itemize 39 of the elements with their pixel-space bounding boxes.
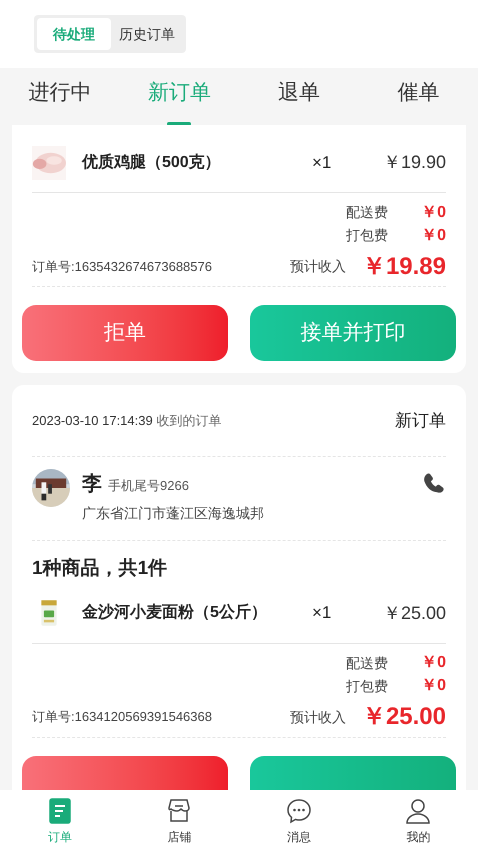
order-tab[interactable]: 退单: [278, 78, 320, 108]
customer-address: 广东省江门市蓬江区海逸城邦: [82, 504, 265, 523]
product-name: 优质鸡腿（500克）: [82, 152, 222, 172]
reject-button[interactable]: 拒单: [22, 305, 228, 361]
fee-label: 打包费: [346, 676, 389, 696]
product-quantity: ×1: [312, 602, 332, 624]
order-time: 2023-03-10 17:14:39 收到的订单: [32, 412, 222, 430]
order-tab[interactable]: 催单: [397, 78, 440, 108]
nav-item[interactable]: 店铺: [167, 828, 192, 846]
segment-tab[interactable]: 历史订单: [111, 18, 183, 50]
product-price: ￥25.00: [382, 602, 446, 624]
chat-bubble-icon[interactable]: [286, 798, 312, 824]
fee-label: 配送费: [346, 203, 389, 222]
order-tab[interactable]: 进行中: [28, 78, 92, 108]
document-icon[interactable]: [46, 798, 73, 824]
order-number: 订单号:1635432674673688576: [32, 258, 213, 276]
fee-value: ￥0: [420, 676, 446, 696]
person-icon[interactable]: [405, 798, 432, 824]
product-quantity: ×1: [312, 152, 332, 174]
customer-name: 李: [82, 472, 102, 497]
fee-value: ￥0: [420, 202, 446, 222]
nav-item[interactable]: 我的: [406, 828, 430, 846]
income-amount: ￥19.89: [362, 252, 446, 282]
order-status: 新订单: [395, 410, 446, 432]
product-name: 金沙河小麦面粉（5公斤）: [82, 602, 268, 623]
customer-phone: 手机尾号9266: [108, 477, 189, 495]
fee-value: ￥0: [420, 226, 446, 246]
order-number: 订单号:1634120569391546368: [32, 708, 213, 726]
fee-label: 配送费: [346, 654, 389, 672]
product-price: ￥19.90: [382, 151, 446, 174]
income-label: 预计收入: [290, 708, 346, 726]
fee-label: 打包费: [346, 226, 389, 245]
income-amount: ￥25.00: [362, 702, 446, 732]
nav-item[interactable]: 消息: [286, 828, 311, 846]
fee-value: ￥0: [420, 653, 446, 673]
phone-icon[interactable]: [422, 471, 446, 495]
items-summary: 1种商品，共1件: [32, 556, 168, 581]
storefront-icon[interactable]: [166, 798, 192, 824]
income-label: 预计收入: [290, 257, 346, 276]
